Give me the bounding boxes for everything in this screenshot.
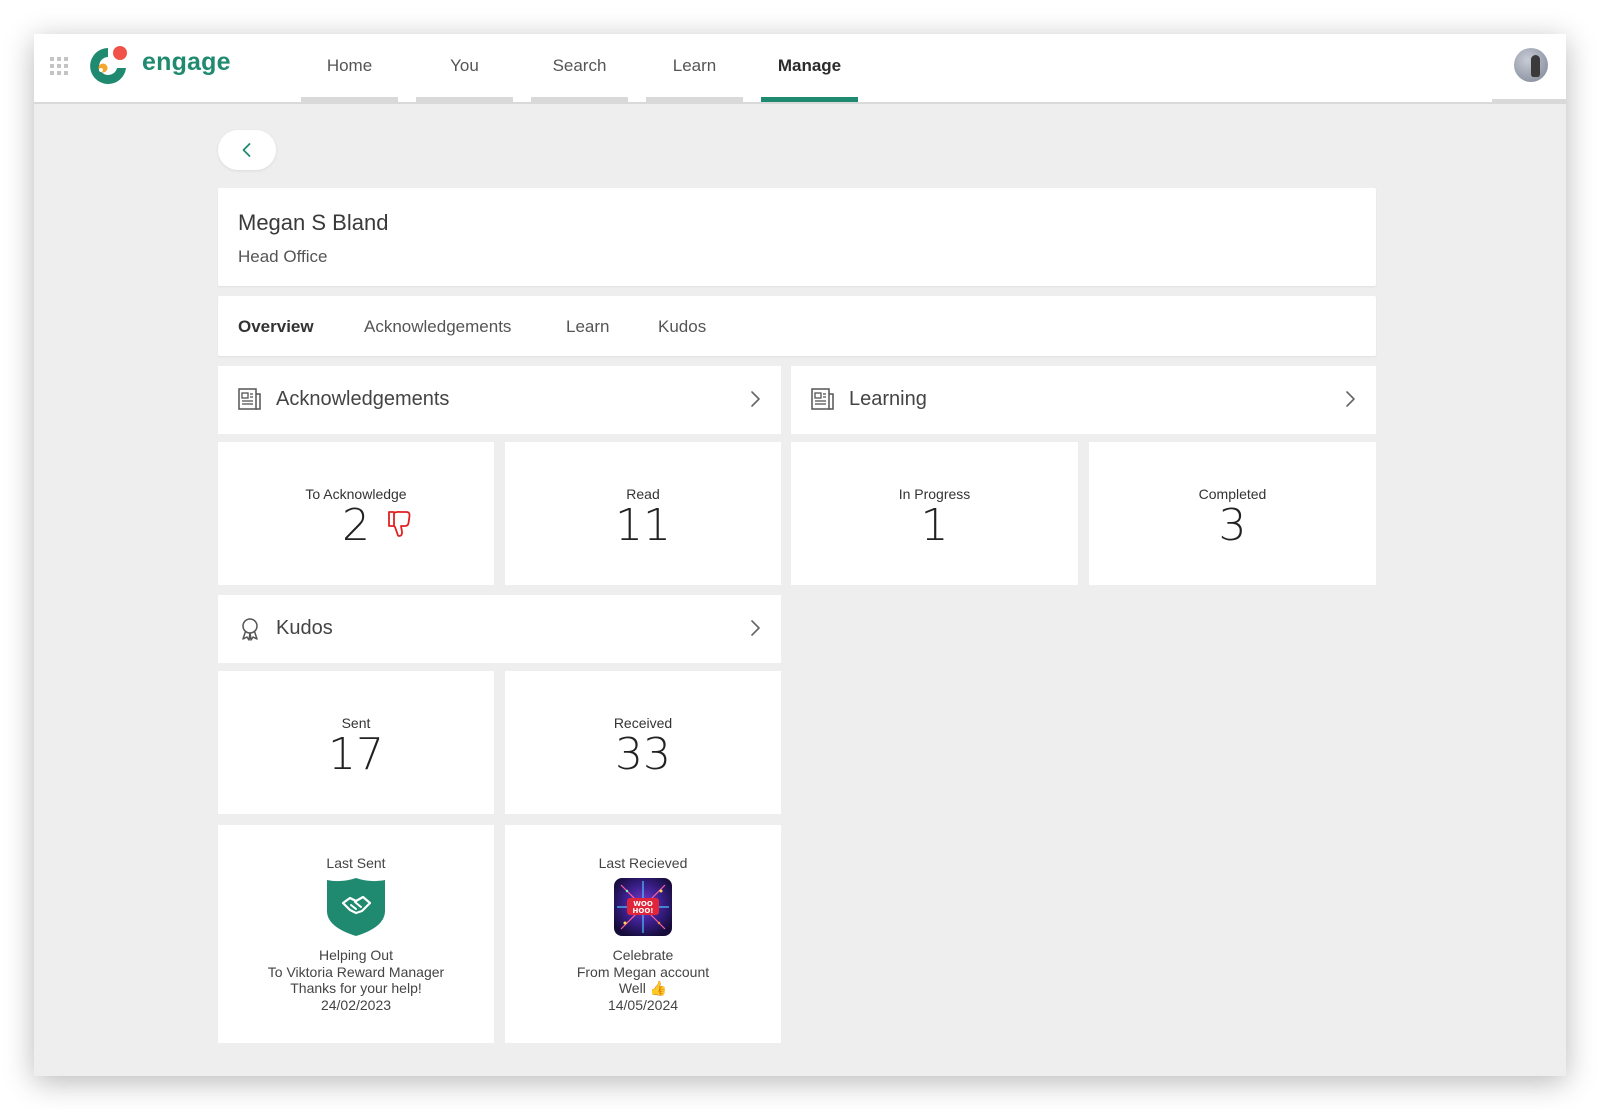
kudos-sent-stat[interactable]: Sent 17: [218, 671, 494, 814]
to-acknowledge-stat[interactable]: To Acknowledge 2: [218, 442, 494, 585]
engage-logo-icon[interactable]: [86, 44, 130, 88]
chevron-left-icon: [242, 143, 251, 157]
award-ribbon-icon: [242, 618, 258, 641]
last-received-title: Celebrate: [612, 947, 674, 963]
nav-home[interactable]: Home: [301, 34, 398, 102]
tab-acknowledgements[interactable]: Acknowledgements: [364, 317, 511, 337]
thumbs-down-icon: [388, 510, 411, 537]
profile-card: Megan S Bland Head Office: [218, 188, 1376, 286]
last-sent-date: 24/02/2023: [320, 996, 392, 1013]
kudos-received-value: 33: [615, 729, 671, 780]
nav-learn-indicator: [646, 97, 743, 102]
profile-department: Head Office: [238, 247, 328, 266]
last-received-label: Last Recieved: [598, 855, 688, 871]
tab-overview[interactable]: Overview: [238, 317, 314, 337]
nav-you-label: You: [450, 56, 479, 75]
acknowledgements-panel: Acknowledgements To Acknowledge 2 Read 1…: [218, 366, 781, 585]
read-value: 11: [615, 500, 671, 551]
nav-home-label: Home: [326, 56, 373, 75]
chevron-right-icon[interactable]: [749, 619, 761, 637]
kudos-panel-title: Kudos: [276, 617, 333, 639]
in-progress-value: 1: [920, 500, 949, 551]
last-received-message: Well 👍: [618, 980, 668, 996]
back-button[interactable]: [218, 130, 276, 170]
nav-search-label: Search: [552, 56, 607, 75]
profile-tabs: Overview Acknowledgements Learn Kudos: [218, 296, 1376, 356]
nav-home-indicator: [301, 97, 398, 102]
document-icon: [811, 388, 834, 410]
last-sent-details: Helping Out To Viktoria Reward Manager T…: [218, 947, 494, 1013]
nav-learn-label: Learn: [672, 56, 717, 75]
learning-panel: Learning In Progress 1 Completed 3: [791, 366, 1376, 585]
last-received-card[interactable]: Last Recieved WOO HOO! Celebrate From Me…: [505, 825, 781, 1043]
nav-you[interactable]: You: [416, 34, 513, 102]
learning-panel-title: Learning: [849, 388, 927, 410]
top-navigation-bar: engage Home You Search Learn Manage: [34, 34, 1566, 104]
chevron-right-icon[interactable]: [1344, 390, 1356, 408]
tab-kudos[interactable]: Kudos: [658, 317, 706, 337]
completed-value: 3: [1218, 500, 1247, 551]
kudos-sent-value: 17: [328, 729, 384, 780]
last-sent-label: Last Sent: [326, 855, 386, 871]
chevron-right-icon[interactable]: [749, 390, 761, 408]
nav-you-indicator: [416, 97, 513, 102]
last-received-date: 14/05/2024: [607, 996, 679, 1013]
app-launcher-icon[interactable]: [50, 57, 68, 75]
kudos-panel: Kudos Sent 17 Received 33 Last Sent Help…: [218, 595, 781, 1043]
acknowledgements-panel-header[interactable]: Acknowledgements: [218, 366, 781, 434]
learning-panel-header[interactable]: Learning: [791, 366, 1376, 434]
nav-manage-indicator: [761, 97, 858, 102]
brand-name[interactable]: engage: [142, 48, 231, 77]
document-icon: [238, 388, 261, 410]
last-sent-recipient: To Viktoria Reward Manager: [267, 963, 445, 980]
nav-manage[interactable]: Manage: [761, 34, 858, 102]
to-acknowledge-value-wrap: 2: [218, 500, 494, 551]
read-stat[interactable]: Read 11: [505, 442, 781, 585]
last-sent-card[interactable]: Last Sent Helping Out To Viktoria Reward…: [218, 825, 494, 1043]
completed-stat[interactable]: Completed 3: [1089, 442, 1376, 585]
kudos-panel-header[interactable]: Kudos: [218, 595, 781, 663]
woo-hoo-celebration-badge: WOO HOO!: [614, 878, 672, 936]
handshake-shield-badge: [327, 878, 385, 936]
tab-learn[interactable]: Learn: [566, 317, 609, 337]
nav-search[interactable]: Search: [531, 34, 628, 102]
last-sent-message: Thanks for your help!: [290, 980, 422, 996]
avatar[interactable]: [1514, 48, 1548, 82]
last-received-sender: From Megan account: [576, 963, 710, 980]
kudos-received-stat[interactable]: Received 33: [505, 671, 781, 814]
nav-right-divider: [1492, 99, 1566, 104]
nav-search-indicator: [531, 97, 628, 102]
app-window: engage Home You Search Learn Manage Mega…: [34, 34, 1566, 1076]
nav-learn[interactable]: Learn: [646, 34, 743, 102]
in-progress-stat[interactable]: In Progress 1: [791, 442, 1078, 585]
acknowledgements-panel-title: Acknowledgements: [276, 388, 450, 410]
nav-manage-label: Manage: [777, 56, 842, 75]
last-sent-title: Helping Out: [319, 947, 393, 963]
to-acknowledge-value: 2: [342, 500, 370, 551]
profile-name: Megan S Bland: [238, 210, 389, 235]
last-received-details: Celebrate From Megan account Well 👍 14/0…: [505, 947, 781, 1013]
svg-text:HOO!: HOO!: [633, 907, 654, 915]
